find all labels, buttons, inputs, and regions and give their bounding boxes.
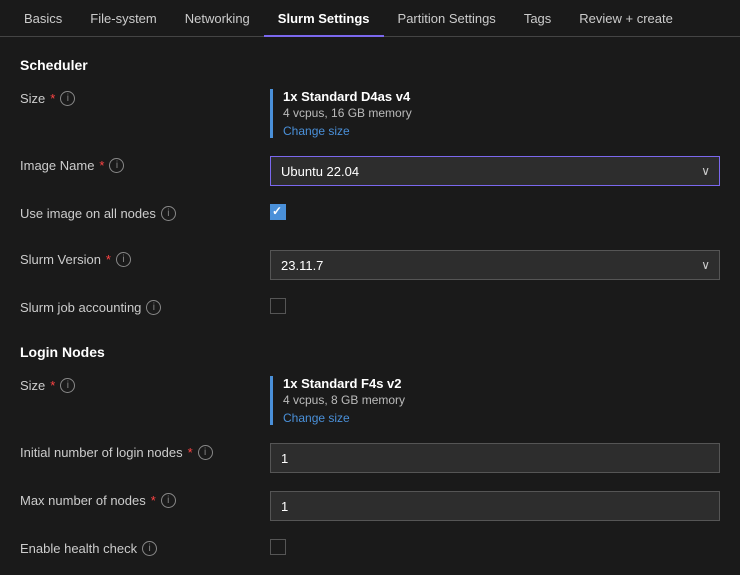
max-nodes-info-icon[interactable]: i (161, 493, 176, 508)
initial-nodes-input[interactable] (270, 443, 720, 473)
tab-review[interactable]: Review + create (565, 0, 687, 37)
health-check-row: Enable health check i (20, 539, 720, 567)
use-image-all-value (270, 204, 720, 220)
slurm-accounting-checkbox[interactable] (270, 298, 286, 314)
image-name-value: Ubuntu 22.04 Ubuntu 20.04 CentOS 7 (270, 156, 720, 186)
health-check-checkbox[interactable] (270, 539, 286, 555)
image-name-select[interactable]: Ubuntu 22.04 Ubuntu 20.04 CentOS 7 (270, 156, 720, 186)
image-name-label: Image Name * i (20, 156, 270, 173)
use-image-all-checkbox[interactable] (270, 204, 286, 220)
use-image-all-info-icon[interactable]: i (161, 206, 176, 221)
slurm-version-info-icon[interactable]: i (116, 252, 131, 267)
max-nodes-value (270, 491, 720, 521)
nav-tabs: Basics File-system Networking Slurm Sett… (0, 0, 740, 37)
slurm-version-row: Slurm Version * i 23.11.7 23.11.6 23.11.… (20, 250, 720, 280)
use-image-all-label: Use image on all nodes i (20, 204, 270, 221)
initial-nodes-value (270, 443, 720, 473)
image-name-row: Image Name * i Ubuntu 22.04 Ubuntu 20.04… (20, 156, 720, 186)
max-nodes-input[interactable] (270, 491, 720, 521)
scheduler-size-required: * (50, 91, 55, 106)
tab-filesystem[interactable]: File-system (76, 0, 170, 37)
tab-slurm[interactable]: Slurm Settings (264, 0, 384, 37)
login-vm-detail: 4 vcpus, 8 GB memory (283, 393, 720, 407)
slurm-version-select[interactable]: 23.11.7 23.11.6 23.11.5 (270, 250, 720, 280)
slurm-accounting-value (270, 298, 720, 314)
max-nodes-required: * (151, 493, 156, 508)
slurm-version-required: * (106, 252, 111, 267)
main-content: Scheduler Size * i 1x Standard D4as v4 4… (0, 37, 740, 575)
tab-partition[interactable]: Partition Settings (384, 0, 510, 37)
use-image-all-row: Use image on all nodes i (20, 204, 720, 232)
login-change-size-link[interactable]: Change size (283, 411, 720, 425)
login-nodes-section-header: Login Nodes (20, 344, 720, 360)
slurm-version-value: 23.11.7 23.11.6 23.11.5 (270, 250, 720, 280)
scheduler-vm-name: 1x Standard D4as v4 (283, 89, 720, 104)
initial-nodes-required: * (188, 445, 193, 460)
initial-nodes-info-icon[interactable]: i (198, 445, 213, 460)
slurm-accounting-row: Slurm job accounting i (20, 298, 720, 326)
slurm-accounting-info-icon[interactable]: i (146, 300, 161, 315)
scheduler-section-header: Scheduler (20, 57, 720, 73)
login-size-info-icon[interactable]: i (60, 378, 75, 393)
slurm-accounting-label: Slurm job accounting i (20, 298, 270, 315)
image-name-info-icon[interactable]: i (109, 158, 124, 173)
slurm-version-label: Slurm Version * i (20, 250, 270, 267)
login-size-required: * (50, 378, 55, 393)
login-vm-size-box: 1x Standard F4s v2 4 vcpus, 8 GB memory … (270, 376, 720, 425)
health-check-value (270, 539, 720, 555)
scheduler-change-size-link[interactable]: Change size (283, 124, 720, 138)
scheduler-vm-detail: 4 vcpus, 16 GB memory (283, 106, 720, 120)
health-check-label: Enable health check i (20, 539, 270, 556)
scheduler-size-label: Size * i (20, 89, 270, 106)
initial-nodes-row: Initial number of login nodes * i (20, 443, 720, 473)
image-name-select-wrapper: Ubuntu 22.04 Ubuntu 20.04 CentOS 7 (270, 156, 720, 186)
login-size-value: 1x Standard F4s v2 4 vcpus, 8 GB memory … (270, 376, 720, 425)
tab-basics[interactable]: Basics (10, 0, 76, 37)
login-vm-name: 1x Standard F4s v2 (283, 376, 720, 391)
image-name-required: * (99, 158, 104, 173)
tab-networking[interactable]: Networking (171, 0, 264, 37)
scheduler-vm-size-box: 1x Standard D4as v4 4 vcpus, 16 GB memor… (270, 89, 720, 138)
max-nodes-row: Max number of nodes * i (20, 491, 720, 521)
scheduler-size-info-icon[interactable]: i (60, 91, 75, 106)
scheduler-size-row: Size * i 1x Standard D4as v4 4 vcpus, 16… (20, 89, 720, 138)
initial-nodes-label: Initial number of login nodes * i (20, 443, 270, 460)
scheduler-size-value: 1x Standard D4as v4 4 vcpus, 16 GB memor… (270, 89, 720, 138)
tab-tags[interactable]: Tags (510, 0, 565, 37)
max-nodes-label: Max number of nodes * i (20, 491, 270, 508)
login-size-row: Size * i 1x Standard F4s v2 4 vcpus, 8 G… (20, 376, 720, 425)
login-size-label: Size * i (20, 376, 270, 393)
slurm-version-select-wrapper: 23.11.7 23.11.6 23.11.5 (270, 250, 720, 280)
health-check-info-icon[interactable]: i (142, 541, 157, 556)
